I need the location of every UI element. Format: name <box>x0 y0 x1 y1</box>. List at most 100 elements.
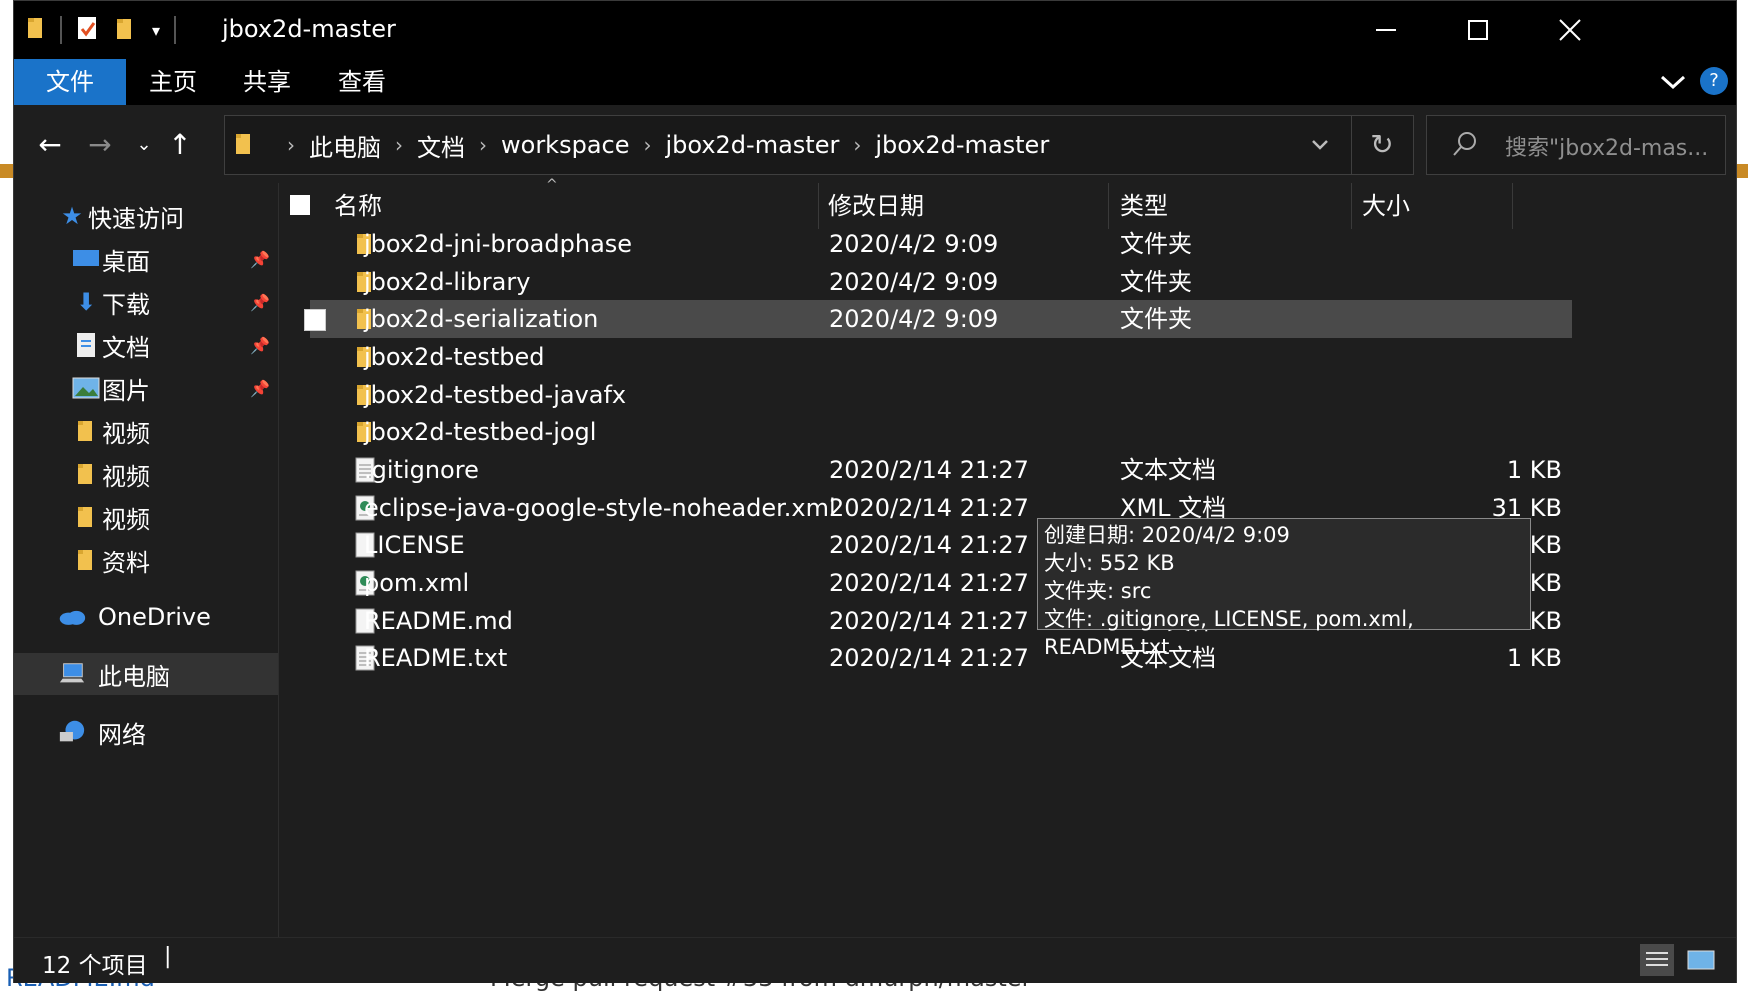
column-header-modified[interactable]: 修改日期 <box>828 183 1108 229</box>
close-button[interactable] <box>1524 1 1616 59</box>
sidebar-item-quick-access[interactable]: ★ 快速访问 <box>14 195 278 237</box>
breadcrumb-separator-icon[interactable]: › <box>469 133 497 157</box>
tooltip-folders: 文件夹: src <box>1044 579 1152 603</box>
details-view-icon <box>1646 952 1668 966</box>
sidebar-item-label: 快速访问 <box>88 204 184 233</box>
select-all-checkbox[interactable] <box>290 195 310 215</box>
sidebar-item-pictures[interactable]: 图片 📌 <box>14 367 278 409</box>
pin-icon[interactable]: 📌 <box>250 336 270 355</box>
sidebar-item-onedrive[interactable]: OneDrive <box>14 596 278 638</box>
breadcrumb-jbox2d-master[interactable]: jbox2d-master <box>661 131 843 159</box>
sidebar-item-downloads[interactable]: ⬇ 下载 📌 <box>14 281 278 323</box>
item-count: 12 个项目 <box>42 953 148 979</box>
sidebar-item-documents[interactable]: 文档 📌 <box>14 324 278 366</box>
file-name: README.md <box>364 607 513 635</box>
file-name: pom.xml <box>364 569 470 597</box>
sidebar-item-this-pc[interactable]: 此电脑 <box>14 653 278 695</box>
table-row[interactable]: .gitignore 2020/2/14 21:27 文本文档 1 KB <box>310 451 1572 489</box>
breadcrumb-workspace[interactable]: workspace <box>497 131 633 159</box>
table-row-hovered[interactable]: jbox2d-serialization 2020/4/2 9:09 文件夹 <box>304 300 1572 338</box>
file-list: 名称 ^ 修改日期 类型 大小 jbox2d-jni-broadphase 20… <box>280 177 1736 937</box>
file-type: 文件夹 <box>1120 305 1192 333</box>
tab-view[interactable]: 查看 <box>314 59 410 105</box>
refresh-button[interactable]: ↻ <box>1365 128 1399 162</box>
sidebar-item-videos[interactable]: 视频 <box>14 410 278 452</box>
explorer-window: ▾ jbox2d-master 文件 主页 共享 查看 ? ← → ⌄ ↑ › … <box>13 0 1737 983</box>
breadcrumb-separator-icon[interactable]: › <box>633 133 661 157</box>
back-button[interactable]: ← <box>30 127 70 163</box>
quick-access-toolbar: ▾ <box>26 14 177 46</box>
table-row[interactable]: jbox2d-testbed-jogl <box>310 413 1572 451</box>
sidebar-item-videos[interactable]: 视频 <box>14 496 278 538</box>
sidebar-item-label: 下载 <box>102 290 150 319</box>
tab-file[interactable]: 文件 <box>14 59 126 105</box>
document-icon <box>72 331 100 359</box>
help-button[interactable]: ? <box>1700 67 1728 95</box>
column-header-size[interactable]: 大小 <box>1362 183 1512 229</box>
ribbon-tabs: 文件 主页 共享 查看 ? <box>14 59 1736 105</box>
column-header-type[interactable]: 类型 <box>1120 183 1350 229</box>
file-modified: 2020/4/2 9:09 <box>829 268 999 296</box>
new-folder-icon[interactable] <box>114 14 136 46</box>
sidebar-item-label: 文档 <box>102 333 150 362</box>
picture-icon <box>72 374 100 402</box>
breadcrumb-separator-icon[interactable]: › <box>843 133 871 157</box>
column-divider[interactable] <box>1512 183 1513 229</box>
column-divider[interactable] <box>1351 183 1352 229</box>
column-header-name[interactable]: 名称 <box>334 183 804 229</box>
breadcrumb-this-pc[interactable]: 此电脑 <box>305 128 385 163</box>
tab-home[interactable]: 主页 <box>126 59 220 105</box>
breadcrumb-separator-icon[interactable]: › <box>277 133 305 157</box>
expand-ribbon-button[interactable] <box>1658 69 1688 95</box>
file-name: jbox2d-testbed <box>364 343 545 371</box>
up-button[interactable]: ↑ <box>160 127 200 163</box>
sidebar-item-materials[interactable]: 资料 <box>14 539 278 581</box>
maximize-icon <box>1468 20 1488 40</box>
properties-icon[interactable] <box>76 14 100 46</box>
tooltip-size: 大小: 552 KB <box>1044 551 1175 575</box>
file-type: 文件夹 <box>1120 230 1192 258</box>
customize-toolbar-chevron-icon[interactable]: ▾ <box>152 21 160 40</box>
file-modified: 2020/2/14 21:27 <box>829 569 1029 597</box>
pin-icon[interactable]: 📌 <box>250 293 270 312</box>
breadcrumb-jbox2d-master-current[interactable]: jbox2d-master <box>871 131 1053 159</box>
network-icon <box>58 718 86 746</box>
chevron-down-icon <box>1312 140 1328 150</box>
search-input[interactable]: 搜索"jbox2d-mas... <box>1505 130 1708 162</box>
file-name: jbox2d-library <box>364 268 531 296</box>
file-modified: 2020/2/14 21:27 <box>829 607 1029 635</box>
pin-icon[interactable]: 📌 <box>250 250 270 269</box>
sidebar-item-network[interactable]: 网络 <box>14 711 278 753</box>
sidebar-item-videos[interactable]: 视频 <box>14 453 278 495</box>
column-divider[interactable] <box>1108 183 1109 229</box>
forward-button[interactable]: → <box>80 127 120 163</box>
recent-locations-button[interactable]: ⌄ <box>124 127 164 163</box>
address-history-button[interactable] <box>1305 130 1335 160</box>
folder-icon <box>72 417 100 445</box>
folder-icon <box>72 503 100 531</box>
details-view-button[interactable] <box>1640 944 1674 976</box>
large-icons-view-button[interactable] <box>1684 944 1718 976</box>
table-row[interactable]: jbox2d-library 2020/4/2 9:09 文件夹 <box>310 263 1572 301</box>
column-divider[interactable] <box>818 183 819 229</box>
window-title: jbox2d-master <box>222 15 396 43</box>
pin-icon[interactable]: 📌 <box>250 379 270 398</box>
search-box[interactable]: 搜索"jbox2d-mas... <box>1426 115 1726 175</box>
table-row[interactable]: jbox2d-testbed <box>310 338 1572 376</box>
tab-share[interactable]: 共享 <box>220 59 314 105</box>
file-name: jbox2d-testbed-javafx <box>364 381 627 409</box>
minimize-button[interactable] <box>1340 1 1432 59</box>
table-row[interactable]: jbox2d-jni-broadphase 2020/4/2 9:09 文件夹 <box>310 225 1572 263</box>
table-row[interactable]: jbox2d-testbed-javafx <box>310 376 1572 414</box>
status-bar: 12 个项目 | <box>14 937 1736 983</box>
sidebar-item-desktop[interactable]: 桌面 📌 <box>14 238 278 280</box>
row-checkbox[interactable] <box>304 309 326 331</box>
file-name: README.txt <box>364 644 508 672</box>
maximize-button[interactable] <box>1432 1 1524 59</box>
sidebar-item-label: 此电脑 <box>98 662 170 691</box>
file-modified: 2020/2/14 21:27 <box>829 494 1029 522</box>
breadcrumb-documents[interactable]: 文档 <box>413 128 469 163</box>
address-bar[interactable]: › 此电脑 › 文档 › workspace › jbox2d-master ›… <box>224 115 1414 175</box>
file-name: jbox2d-serialization <box>364 305 599 333</box>
breadcrumb-separator-icon[interactable]: › <box>385 133 413 157</box>
